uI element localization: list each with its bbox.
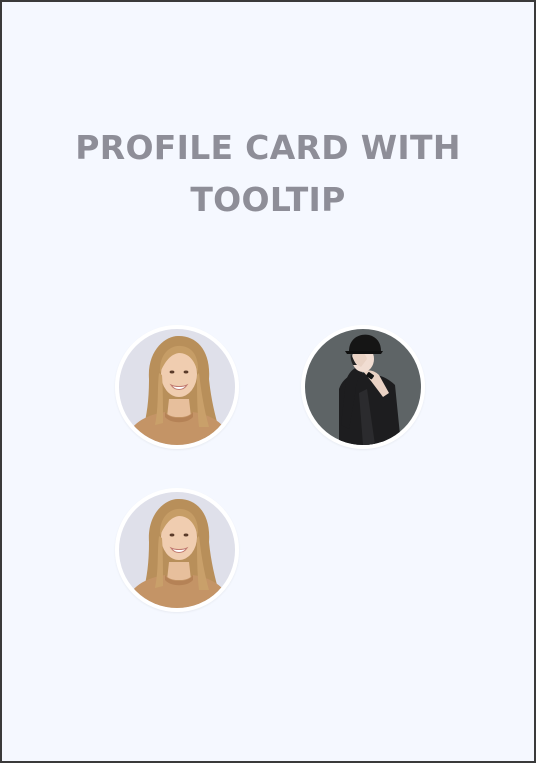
page-title: PROFILE CARD WITH TOOLTIP — [75, 128, 461, 219]
profile-avatar-3[interactable] — [115, 488, 239, 612]
woman-portrait-icon — [119, 329, 235, 445]
man-cap-illustration-icon — [305, 329, 421, 445]
page-container: PROFILE CARD WITH TOOLTIP — [2, 2, 534, 761]
profile-avatar-2[interactable] — [301, 325, 425, 449]
woman-portrait-icon — [119, 492, 235, 608]
profile-avatar-1[interactable] — [115, 325, 239, 449]
